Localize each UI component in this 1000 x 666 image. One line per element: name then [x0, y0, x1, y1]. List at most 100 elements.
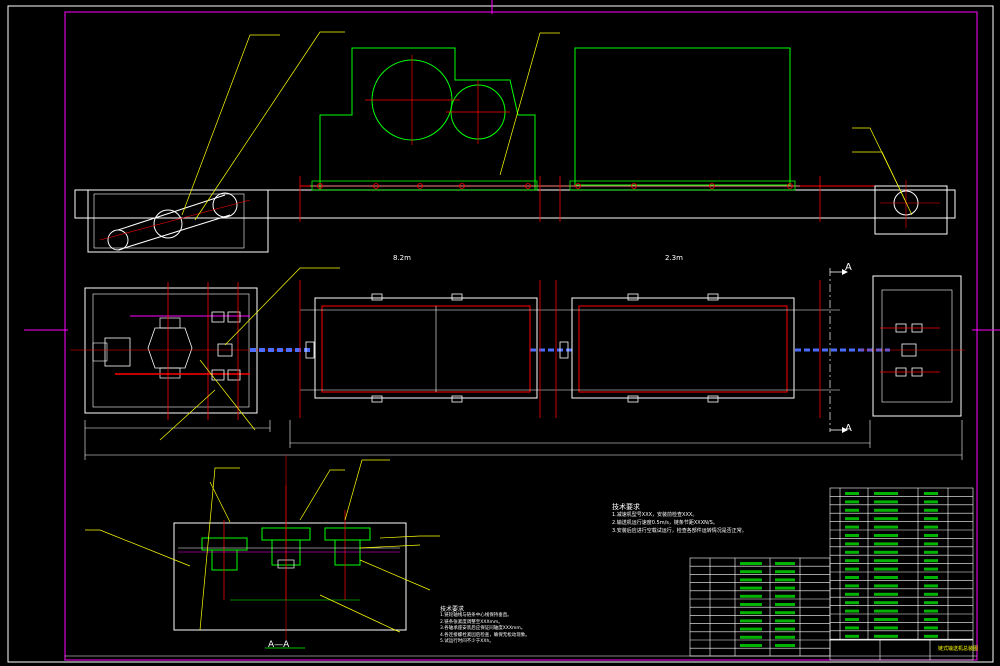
front-view: [74, 47, 956, 253]
parts-list-cell-mark: [845, 601, 859, 605]
drive-sprocket-front: [212, 192, 238, 218]
parts-list-cell-mark: [924, 517, 938, 521]
title-block-cell-mark: [775, 594, 795, 598]
section-view-title: A—A: [268, 640, 290, 650]
tail-frame-plan-inner: [881, 289, 953, 403]
parts-list-cell-mark: [845, 517, 859, 521]
parts-list-cell-mark: [874, 525, 898, 529]
coupling-upper: [159, 317, 181, 329]
title-block-name: 链式输送机总装图: [938, 646, 979, 652]
drive-end-inner-front: [93, 193, 245, 249]
parts-list-cell-mark: [874, 576, 898, 579]
parts-list-cell-mark: [924, 626, 938, 630]
drive-belt-upper: [117, 194, 226, 231]
title-block: [689, 557, 974, 661]
title-block-cell-mark: [740, 586, 762, 590]
parts-list-cell-mark: [845, 609, 859, 613]
title-block-cell-mark: [740, 611, 762, 615]
pulley-centerline: [99, 199, 251, 241]
parts-list-cell-mark: [845, 584, 859, 588]
parts-list-cell-mark: [924, 500, 938, 504]
length-label-right: 2.3m: [665, 254, 683, 262]
tech-req-line-1: 1.减速机型号XXX，安装前检查XXX。: [612, 512, 698, 518]
tech-requirements-lower: 技术要求 1.链轮轴线与链条中心线保持垂直。 2.链条张紧度调整至XXXmm。 …: [440, 606, 620, 646]
dim-ticks: [84, 420, 963, 460]
cabinet-box: [574, 47, 791, 186]
title-block-cell-mark: [775, 578, 795, 582]
drive-vertical-lines: [167, 282, 239, 420]
tech-req2-title: 技术要求: [440, 606, 465, 613]
title-block-cell-mark: [775, 644, 795, 647]
parts-list-cell-mark: [845, 534, 859, 537]
parts-list-cell-mark: [924, 634, 938, 638]
title-block-cell-mark: [775, 603, 795, 606]
parts-list-cell-mark: [924, 492, 938, 495]
parts-list-cell-mark: [845, 542, 859, 546]
small-pulley: [107, 229, 129, 251]
section-view-leaders: [85, 459, 440, 633]
parts-list-cell-mark: [924, 559, 938, 563]
motor-plan: [104, 337, 131, 367]
parts-list-cell-mark: [874, 508, 898, 512]
parts-list-cell-mark: [845, 500, 859, 504]
parts-list-cell-mark: [924, 584, 938, 588]
coupling-lower: [159, 367, 181, 379]
parts-list-cell-mark: [874, 550, 898, 554]
parts-list-cell-mark: [924, 576, 938, 579]
tray-left-outer: [314, 297, 538, 399]
parts-list-cell-mark: [845, 618, 859, 621]
parts-list-cell-mark: [924, 550, 938, 554]
section-marker-bottom: A: [845, 423, 852, 434]
parts-list-cell-mark: [924, 534, 938, 537]
drive-frame-plan: [84, 287, 258, 414]
tech-req-line-2: 2.输送机运行速度0.5m/s，链条节距XXXN/S。: [612, 520, 718, 526]
parts-list-cell-mark: [874, 601, 898, 605]
tray-left-inner: [321, 305, 531, 393]
front-view-leaders: [181, 31, 913, 221]
parts-list-cell-mark: [845, 508, 859, 512]
parts-list-cell-mark: [924, 609, 938, 613]
parts-list-cell-mark: [874, 592, 898, 596]
parts-list-cell-mark: [924, 542, 938, 546]
beam-vertical-marks: [299, 176, 821, 222]
parts-list-cell-mark: [874, 567, 898, 571]
title-block-cell-mark: [775, 635, 795, 639]
title-block-cell-mark: [740, 635, 762, 639]
section-outline: [173, 522, 407, 631]
parts-list-cell-mark: [874, 618, 898, 621]
title-block-cell-mark: [740, 594, 762, 598]
parts-list-cell-mark: [845, 550, 859, 554]
title-block-cell-mark: [740, 570, 762, 574]
title-block-cell-mark: [740, 627, 762, 631]
parts-list-cell-mark: [845, 576, 859, 579]
medium-pulley: [153, 209, 183, 239]
gearbox-housing: [319, 47, 536, 190]
parts-list-cell-mark: [845, 525, 859, 529]
reducer-plan: [147, 327, 193, 369]
top-view: [70, 268, 965, 460]
parts-list-cell-mark: [874, 609, 898, 613]
tray-right-outer: [571, 297, 795, 399]
parts-list-cell-mark: [924, 525, 938, 529]
parts-list-cell-mark: [874, 626, 898, 630]
parts-list-cell-mark: [874, 517, 898, 521]
parts-list-cell-mark: [845, 567, 859, 571]
parts-list-cell-mark: [874, 634, 898, 638]
parts-list-cell-mark: [845, 626, 859, 630]
parts-list-cell-mark: [924, 592, 938, 596]
tray-right-inner: [578, 305, 788, 393]
cad-drawing-canvas: [7, 0, 1000, 663]
parts-list-cell-mark: [874, 542, 898, 546]
title-block-cell-mark: [740, 578, 762, 582]
title-block-cell-mark: [740, 562, 762, 565]
drive-end-frame-front: [87, 189, 269, 253]
parts-list-cell-mark: [874, 492, 898, 495]
tail-end-frame-front: [874, 185, 948, 235]
tech-requirements-upper: 技术要求 1.减速机型号XXX，安装前检查XXX。 2.输送机运行速度0.5m/…: [612, 503, 812, 535]
parts-list-cell-mark: [874, 534, 898, 537]
title-block-cell-mark: [740, 644, 762, 647]
title-block-cell-mark: [775, 570, 795, 574]
parts-list-cell-mark: [924, 601, 938, 605]
parts-list-cell-mark: [874, 559, 898, 563]
parts-list-cell-mark: [845, 634, 859, 638]
